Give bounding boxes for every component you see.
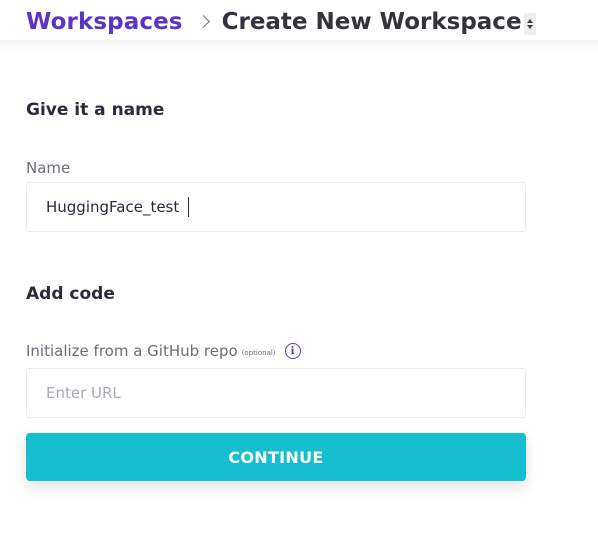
breadcrumb-workspaces-link[interactable]: Workspaces [26, 9, 183, 35]
sort-icon[interactable] [523, 12, 536, 35]
name-field-label: Name [26, 159, 71, 177]
sort-up-arrow [526, 18, 533, 23]
info-icon[interactable]: i [284, 343, 301, 359]
sort-down-arrow [526, 24, 533, 29]
continue-button[interactable]: CONTINUE [26, 433, 526, 481]
text-caret [188, 197, 189, 217]
repo-field-label-row: Initialize from a GitHub repo (optional)… [26, 342, 301, 360]
chevron-right-icon [196, 14, 210, 28]
section-title-code: Add code [26, 284, 115, 304]
repo-field-label: Initialize from a GitHub repo [26, 342, 238, 360]
section-title-name: Give it a name [26, 100, 165, 120]
name-input[interactable] [26, 182, 526, 232]
breadcrumb: Workspaces Create New Workspace [0, 0, 598, 44]
header-divider [0, 40, 598, 52]
github-repo-url-input[interactable] [26, 368, 526, 418]
optional-note: (optional) [241, 348, 276, 357]
page-title: Create New Workspace [221, 9, 522, 35]
